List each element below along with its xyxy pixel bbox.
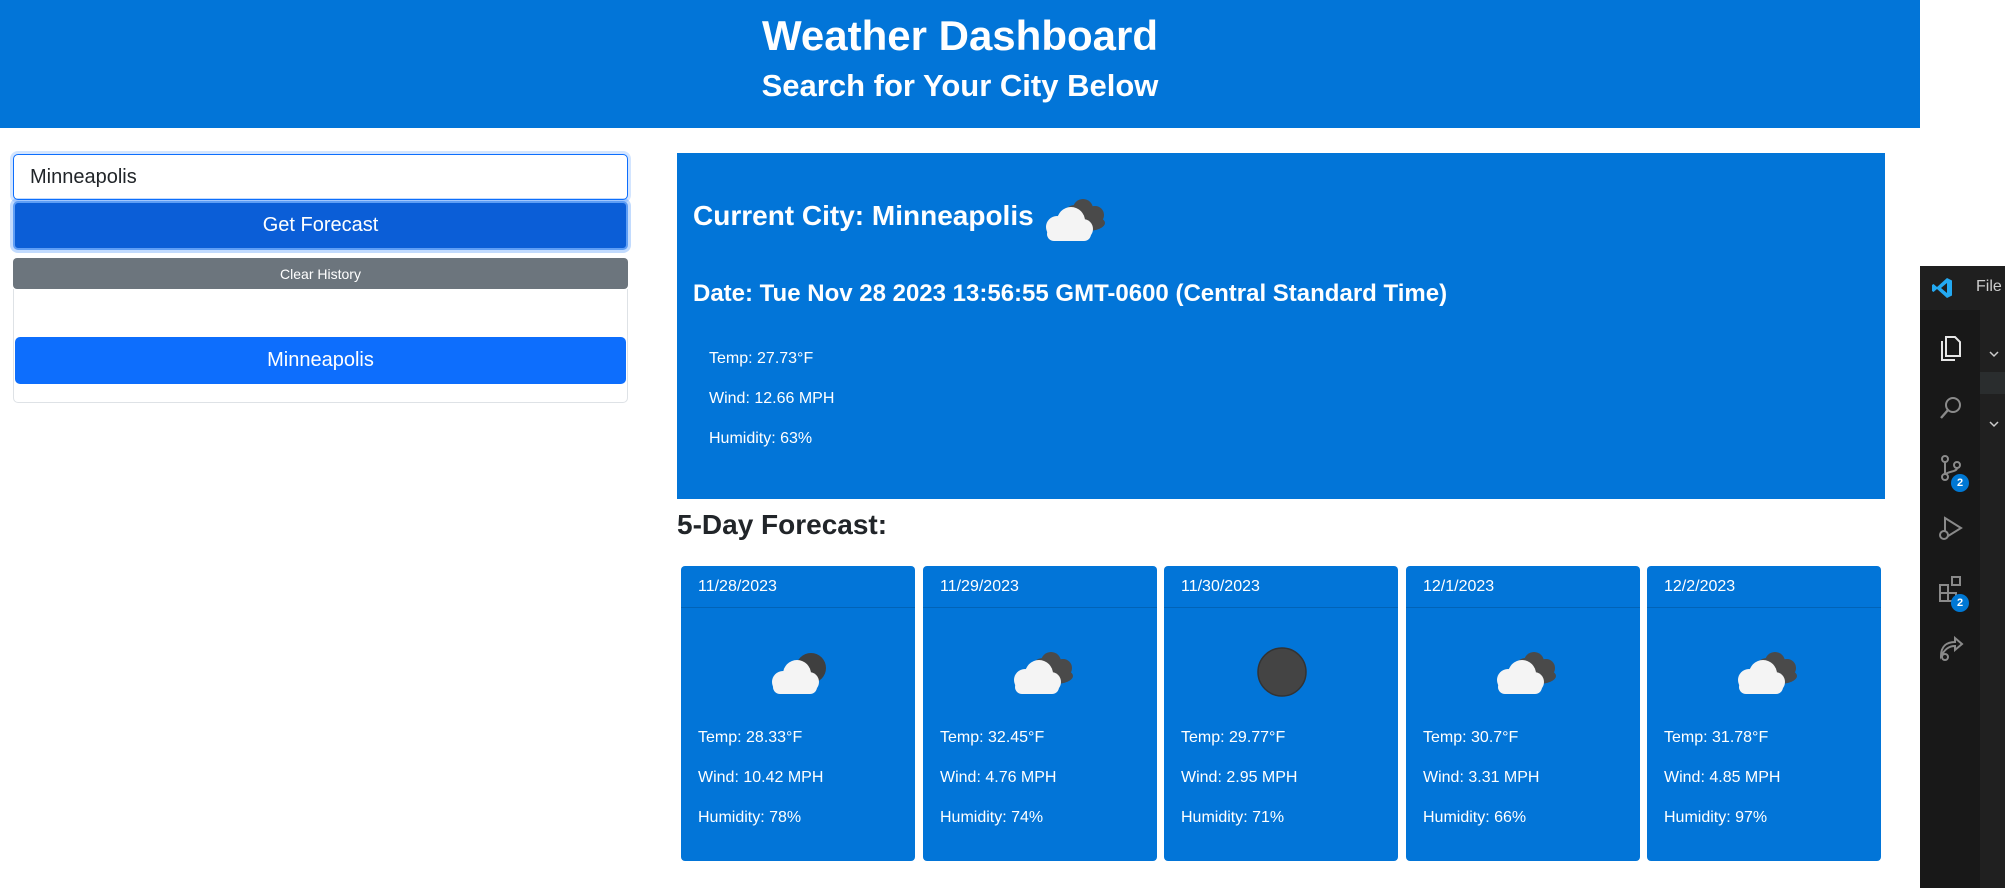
forecast-wind: Wind: 4.76 MPH — [940, 769, 1057, 786]
forecast-date: 11/28/2023 — [681, 566, 915, 608]
explorer-sidebar — [1980, 310, 2005, 888]
get-forecast-button[interactable]: Get Forecast — [13, 201, 628, 250]
explorer-icon[interactable] — [1935, 332, 1967, 364]
menu-file[interactable]: File — [1976, 278, 2002, 296]
forecast-card: 12/2/2023 Temp: 31.78°F Wind: 4.85 MPH H… — [1647, 566, 1881, 861]
cloud-icon — [1046, 199, 1105, 241]
forecast-date: 11/29/2023 — [923, 566, 1157, 608]
forecast-date: 11/30/2023 — [1164, 566, 1398, 608]
vscode-titlebar: File — [1920, 266, 2005, 310]
forecast-wind: Wind: 4.85 MPH — [1664, 769, 1781, 786]
forecast-wind: Wind: 3.31 MPH — [1423, 769, 1540, 786]
current-humidity: Humidity: 63% — [709, 430, 813, 447]
activity-bar: 2 2 — [1920, 310, 1980, 888]
cloud-icon — [1014, 652, 1073, 694]
forecast-temp: Temp: 32.45°F — [940, 729, 1045, 746]
run-debug-icon[interactable] — [1935, 512, 1967, 544]
forecast-temp: Temp: 28.33°F — [698, 729, 803, 746]
forecast-temp: Temp: 30.7°F — [1423, 729, 1519, 746]
forecast-temp: Temp: 29.77°F — [1181, 729, 1286, 746]
history-item-minneapolis[interactable]: Minneapolis — [15, 337, 626, 384]
cloud-icon — [772, 653, 826, 694]
forecast-humidity: Humidity: 71% — [1181, 809, 1285, 826]
forecast-heading: 5-Day Forecast: — [677, 509, 888, 540]
forecast-humidity: Humidity: 97% — [1664, 809, 1768, 826]
forecast-card: 11/30/2023 Temp: 29.77°F Wind: 2.95 MPH … — [1164, 566, 1398, 861]
forecast-card: 12/1/2023 Temp: 30.7°F Wind: 3.31 MPH Hu… — [1406, 566, 1640, 861]
forecast-date: 12/1/2023 — [1406, 566, 1640, 608]
page-header: Weather Dashboard Search for Your City B… — [0, 0, 1920, 128]
page-title: Weather Dashboard — [762, 12, 1158, 59]
forecast-humidity: Humidity: 66% — [1423, 809, 1527, 826]
dark-circle-icon — [1257, 647, 1307, 697]
current-wind: Wind: 12.66 MPH — [709, 390, 835, 407]
search-icon[interactable] — [1935, 392, 1967, 424]
current-date: Date: Tue Nov 28 2023 13:56:55 GMT-0600 … — [693, 280, 1448, 307]
chevron-down-icon[interactable] — [1988, 348, 2000, 360]
forecast-humidity: Humidity: 78% — [698, 809, 802, 826]
forecast-wind: Wind: 2.95 MPH — [1181, 769, 1298, 786]
clear-history-button[interactable]: Clear History — [13, 258, 628, 289]
forecast-card: 11/28/2023 Temp: 28.33°F Wind: 10.42 MPH… — [681, 566, 915, 861]
forecast-card: 11/29/2023 Temp: 32.45°F Wind: 4.76 MPH … — [923, 566, 1157, 861]
forecast-temp: Temp: 31.78°F — [1664, 729, 1769, 746]
source-control-badge: 2 — [1951, 474, 1969, 492]
cloud-icon — [1738, 652, 1797, 694]
remote-explorer-icon[interactable] — [1935, 632, 1967, 664]
current-weather-panel: Current City: Minneapolis Date: Tue Nov … — [677, 153, 1885, 499]
vscode-logo-icon — [1932, 278, 1952, 298]
forecast-date: 12/2/2023 — [1647, 566, 1881, 608]
search-history-list: Minneapolis — [13, 289, 628, 403]
current-city-heading: Current City: Minneapolis — [693, 200, 1034, 231]
forecast-wind: Wind: 10.42 MPH — [698, 769, 824, 786]
current-temp: Temp: 27.73°F — [709, 350, 814, 367]
page-subtitle: Search for Your City Below — [761, 68, 1159, 103]
city-search-input[interactable] — [13, 154, 628, 200]
vscode-window: File 2 2 — [1920, 266, 2005, 888]
extensions-badge: 2 — [1951, 594, 1969, 612]
selected-row — [1980, 372, 2005, 394]
forecast-humidity: Humidity: 74% — [940, 809, 1044, 826]
app-root: Weather Dashboard Search for Your City B… — [0, 0, 2005, 888]
chevron-down-icon[interactable] — [1988, 418, 2000, 430]
cloud-icon — [1497, 652, 1556, 694]
